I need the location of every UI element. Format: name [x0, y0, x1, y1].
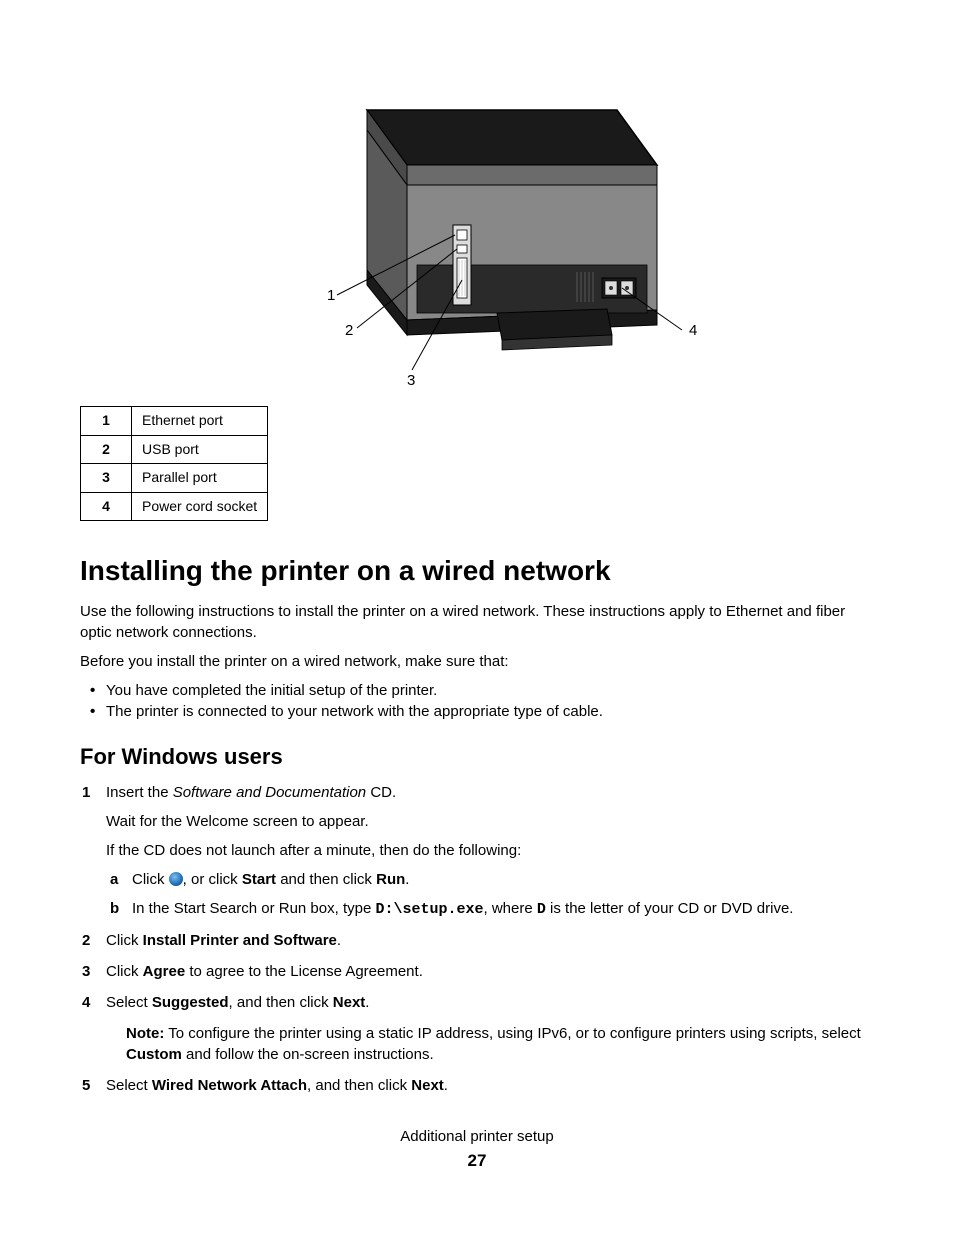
- step-text: Insert the Software and Documentation CD…: [106, 784, 396, 801]
- port-num: 1: [81, 407, 132, 436]
- windows-subheading: For Windows users: [80, 742, 874, 773]
- port-label: Power cord socket: [132, 492, 268, 521]
- step-2: 2 Click Install Printer and Software.: [106, 930, 874, 951]
- page-footer: Additional printer setup 27: [80, 1126, 874, 1173]
- port-callout-table: 1 Ethernet port 2 USB port 3 Parallel po…: [80, 406, 268, 521]
- prereq-list: You have completed the initial setup of …: [80, 680, 874, 722]
- step-ifnot: If the CD does not launch after a minute…: [106, 840, 874, 861]
- callout-3: 3: [407, 372, 415, 389]
- port-label: USB port: [132, 435, 268, 464]
- intro-paragraph: Use the following instructions to instal…: [80, 601, 874, 643]
- footer-section: Additional printer setup: [80, 1126, 874, 1147]
- windows-start-icon: [169, 872, 183, 886]
- port-num: 2: [81, 435, 132, 464]
- port-label: Ethernet port: [132, 407, 268, 436]
- step-5: 5 Select Wired Network Attach, and then …: [106, 1075, 874, 1096]
- step-1: 1 Insert the Software and Documentation …: [106, 782, 874, 920]
- port-label: Parallel port: [132, 464, 268, 493]
- printer-diagram: 1 2 3 4: [80, 60, 874, 396]
- printer-svg: 1 2 3 4: [237, 60, 717, 390]
- step-4-note: Note: To configure the printer using a s…: [126, 1023, 874, 1065]
- table-row: 4 Power cord socket: [81, 492, 268, 521]
- step-4: 4 Select Suggested, and then click Next.…: [106, 992, 874, 1065]
- substep-b: b In the Start Search or Run box, type D…: [132, 898, 874, 920]
- table-row: 3 Parallel port: [81, 464, 268, 493]
- before-intro: Before you install the printer on a wire…: [80, 651, 874, 672]
- list-item: You have completed the initial setup of …: [106, 680, 874, 701]
- port-num: 3: [81, 464, 132, 493]
- windows-steps: 1 Insert the Software and Documentation …: [80, 782, 874, 1096]
- table-row: 2 USB port: [81, 435, 268, 464]
- step-3: 3 Click Agree to agree to the License Ag…: [106, 961, 874, 982]
- port-num: 4: [81, 492, 132, 521]
- table-row: 1 Ethernet port: [81, 407, 268, 436]
- callout-2: 2: [345, 322, 353, 339]
- page-heading: Installing the printer on a wired networ…: [80, 551, 874, 590]
- substeps: a Click , or click Start and then click …: [106, 869, 874, 920]
- list-item: The printer is connected to your network…: [106, 701, 874, 722]
- step-wait: Wait for the Welcome screen to appear.: [106, 811, 874, 832]
- substep-a: a Click , or click Start and then click …: [132, 869, 874, 890]
- callout-4: 4: [689, 322, 697, 339]
- callout-1: 1: [327, 287, 335, 304]
- footer-page-number: 27: [80, 1149, 874, 1173]
